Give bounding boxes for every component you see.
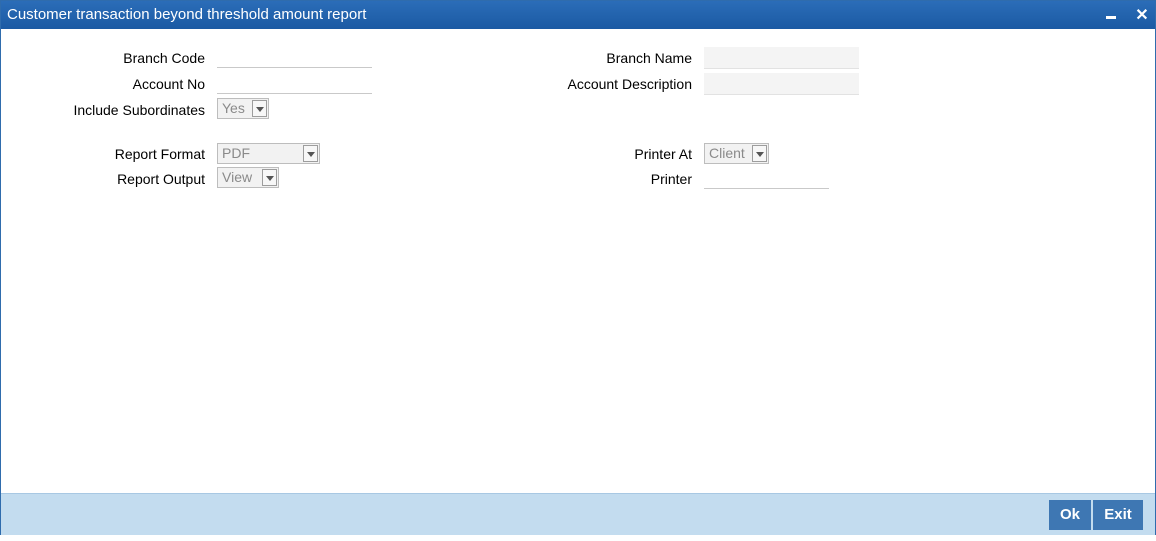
include-subordinates-value: Yes <box>222 100 245 116</box>
printer-at-select[interactable]: Client <box>704 143 769 164</box>
chevron-down-icon[interactable] <box>303 145 318 162</box>
branch-name-label: Branch Name <box>606 50 692 66</box>
report-format-value: PDF <box>222 145 250 161</box>
report-format-select[interactable]: PDF <box>217 143 320 164</box>
include-subordinates-label: Include Subordinates <box>73 102 205 118</box>
printer-at-value: Client <box>709 145 745 161</box>
account-description-field[interactable] <box>704 73 859 95</box>
chevron-down-icon[interactable] <box>252 100 267 117</box>
chevron-down-icon[interactable] <box>752 145 767 162</box>
report-output-label: Report Output <box>117 171 205 187</box>
report-format-label: Report Format <box>114 146 205 162</box>
close-icon: ✕ <box>1135 7 1149 24</box>
minimize-button[interactable] <box>1101 5 1121 25</box>
branch-code-field[interactable] <box>217 48 372 68</box>
ok-button[interactable]: Ok <box>1049 500 1091 530</box>
branch-code-label: Branch Code <box>123 50 205 66</box>
report-output-value: View <box>222 169 253 185</box>
printer-label: Printer <box>650 171 692 187</box>
title-bar: Customer transaction beyond threshold am… <box>1 1 1155 29</box>
printer-at-label: Printer At <box>634 146 692 162</box>
printer-field[interactable] <box>704 169 829 189</box>
include-subordinates-select[interactable]: Yes <box>217 98 269 119</box>
close-button[interactable]: ✕ <box>1132 5 1152 25</box>
account-description-label: Account Description <box>567 76 692 92</box>
report-output-select[interactable]: View <box>217 167 279 188</box>
minimize-icon <box>1106 16 1116 19</box>
report-window: Customer transaction beyond threshold am… <box>0 0 1156 535</box>
exit-button[interactable]: Exit <box>1093 500 1143 530</box>
account-no-label: Account No <box>132 76 205 92</box>
window-title: Customer transaction beyond threshold am… <box>7 6 367 23</box>
chevron-down-icon[interactable] <box>262 169 277 186</box>
footer-bar: Ok Exit <box>1 493 1155 535</box>
branch-name-field[interactable] <box>704 47 859 69</box>
account-no-field[interactable] <box>217 74 372 94</box>
